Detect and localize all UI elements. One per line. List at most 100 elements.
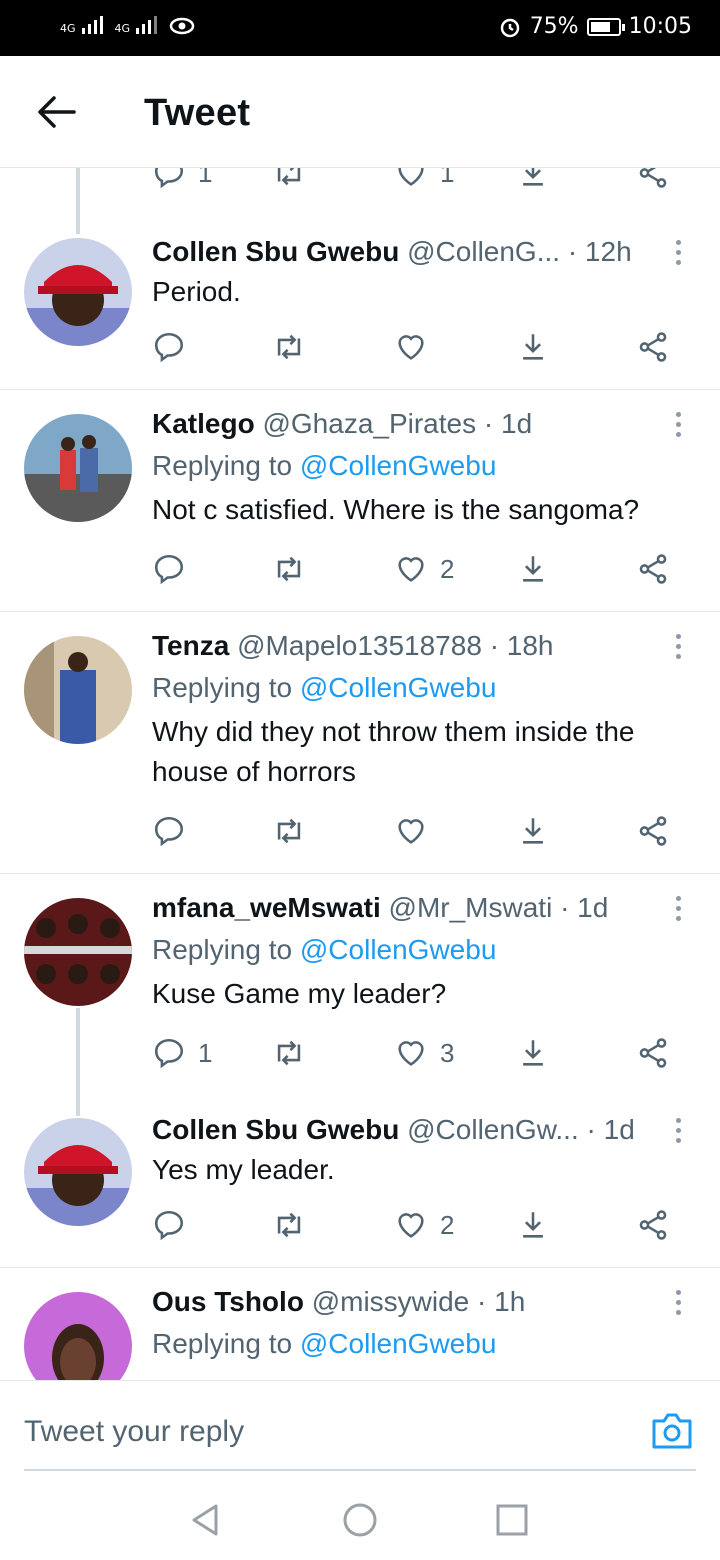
reply-icon (154, 554, 184, 585)
handle[interactable]: @Ghaza_Pirates (262, 408, 476, 439)
tweet-actions: 1 3 (152, 1036, 682, 1072)
reply-button[interactable] (152, 1208, 186, 1242)
like-button[interactable]: 1 (394, 168, 454, 190)
tweet-author-line: Tenza @Mapelo13518788 · 18h (152, 630, 656, 662)
signal-strength-icon: 4G (60, 16, 103, 34)
square-recents-icon[interactable] (492, 1500, 532, 1540)
more-options-icon[interactable] (676, 1290, 682, 1315)
display-name[interactable]: mfana_weMswati (152, 892, 381, 923)
reply-button[interactable]: 1 (152, 1036, 212, 1070)
arrow-left-icon[interactable] (36, 94, 76, 130)
tweet-item[interactable]: Collen Sbu Gwebu @CollenG... · 12h Perio… (0, 208, 720, 390)
tweet-item[interactable]: Katlego @Ghaza_Pirates · 1d Replying to … (0, 390, 720, 612)
display-name[interactable]: Collen Sbu Gwebu (152, 1114, 399, 1145)
tweet-actions (152, 814, 682, 850)
retweet-button[interactable] (272, 330, 306, 364)
mention-link[interactable]: @CollenGwebu (300, 450, 497, 481)
retweet-icon (277, 334, 301, 360)
tweet-actions: 1 1 (152, 168, 682, 192)
retweet-button[interactable] (272, 814, 306, 848)
page-title: Tweet (144, 92, 251, 134)
handle[interactable]: @Mr_Mswati (389, 892, 553, 923)
bookmark-download-button[interactable] (516, 814, 550, 848)
like-count: 2 (440, 1209, 455, 1240)
display-name[interactable]: Collen Sbu Gwebu (152, 236, 399, 267)
reply-icon (154, 816, 184, 847)
reply-icon (154, 1210, 184, 1241)
tweet-item[interactable]: Ous Tsholo @missywide · 1h Replying to @… (0, 1268, 720, 1380)
bookmark-download-button[interactable] (516, 552, 550, 586)
more-options-icon[interactable] (676, 1118, 682, 1143)
avatar[interactable] (24, 414, 132, 522)
avatar[interactable] (24, 1292, 132, 1380)
camera-icon[interactable] (650, 1411, 694, 1451)
like-button[interactable] (394, 814, 428, 848)
share-button[interactable] (636, 330, 670, 364)
reply-button[interactable] (152, 814, 186, 848)
like-button[interactable] (394, 330, 428, 364)
reply-feed[interactable]: 1 1 Collen Sbu Gwebu @CollenG... · 12h P… (0, 168, 720, 1380)
tweet-item[interactable]: Collen Sbu Gwebu @CollenGw... · 1d Yes m… (0, 1096, 720, 1268)
bookmark-download-button[interactable] (516, 168, 550, 190)
avatar[interactable] (24, 636, 132, 744)
retweet-button[interactable] (272, 1036, 306, 1070)
bookmark-download-button[interactable] (516, 1208, 550, 1242)
retweet-button[interactable] (272, 552, 306, 586)
avatar[interactable] (24, 238, 132, 346)
share-button[interactable] (636, 814, 670, 848)
reply-input[interactable]: Tweet your reply (24, 1415, 244, 1449)
more-options-icon[interactable] (676, 634, 682, 659)
mention-link[interactable]: @CollenGwebu (300, 672, 497, 703)
share-button[interactable] (636, 552, 670, 586)
tweet-author-line: Collen Sbu Gwebu @CollenGw... · 1d (152, 1114, 656, 1146)
tweet-text: Yes my leader. (152, 1154, 335, 1185)
display-name[interactable]: Tenza (152, 630, 229, 661)
timestamp: · 1d (560, 892, 609, 923)
display-name[interactable]: Ous Tsholo (152, 1286, 304, 1317)
like-button[interactable]: 2 (394, 1208, 454, 1242)
mention-link[interactable]: @CollenGwebu (300, 934, 497, 965)
tweet-item[interactable]: Tenza @Mapelo13518788 · 18h Replying to … (0, 612, 720, 874)
battery-fill (590, 21, 611, 32)
mention-link[interactable]: @CollenGwebu (300, 1328, 497, 1359)
download-icon (523, 168, 543, 186)
handle[interactable]: @CollenG... (407, 236, 560, 267)
retweet-button[interactable] (272, 1208, 306, 1242)
battery-percent: 75% (529, 14, 579, 39)
share-icon (639, 1210, 667, 1240)
replying-label: Replying to (152, 450, 293, 481)
more-options-icon[interactable] (676, 896, 682, 921)
reply-button[interactable] (152, 330, 186, 364)
input-underline (24, 1469, 696, 1471)
clock: 10:05 (628, 14, 692, 39)
network-type-label: 4G (114, 22, 131, 35)
circle-home-icon[interactable] (340, 1500, 380, 1540)
more-options-icon[interactable] (676, 240, 682, 265)
replying-label: Replying to (152, 934, 293, 965)
retweet-icon (277, 818, 301, 844)
share-button[interactable] (636, 1208, 670, 1242)
retweet-icon (277, 1212, 301, 1238)
reply-icon (154, 332, 184, 363)
avatar[interactable] (24, 898, 132, 1006)
reply-button[interactable]: 1 (152, 168, 212, 190)
system-nav-bar (0, 1480, 720, 1560)
reply-button[interactable] (152, 552, 186, 586)
triangle-back-icon[interactable] (186, 1500, 226, 1540)
bookmark-download-button[interactable] (516, 330, 550, 364)
retweet-button[interactable] (272, 168, 306, 190)
handle[interactable]: @Mapelo13518788 (237, 630, 482, 661)
handle[interactable]: @missywide (312, 1286, 470, 1317)
more-options-icon[interactable] (676, 412, 682, 437)
like-button[interactable]: 3 (394, 1036, 454, 1070)
avatar[interactable] (24, 1118, 132, 1226)
share-button[interactable] (636, 168, 670, 190)
handle[interactable]: @CollenGw... (407, 1114, 579, 1145)
share-button[interactable] (636, 1036, 670, 1070)
timestamp: · 1h (477, 1286, 526, 1317)
share-icon (639, 816, 667, 846)
tweet-item[interactable]: mfana_weMswati @Mr_Mswati · 1d Replying … (0, 874, 720, 1116)
like-button[interactable]: 2 (394, 552, 454, 586)
bookmark-download-button[interactable] (516, 1036, 550, 1070)
display-name[interactable]: Katlego (152, 408, 255, 439)
